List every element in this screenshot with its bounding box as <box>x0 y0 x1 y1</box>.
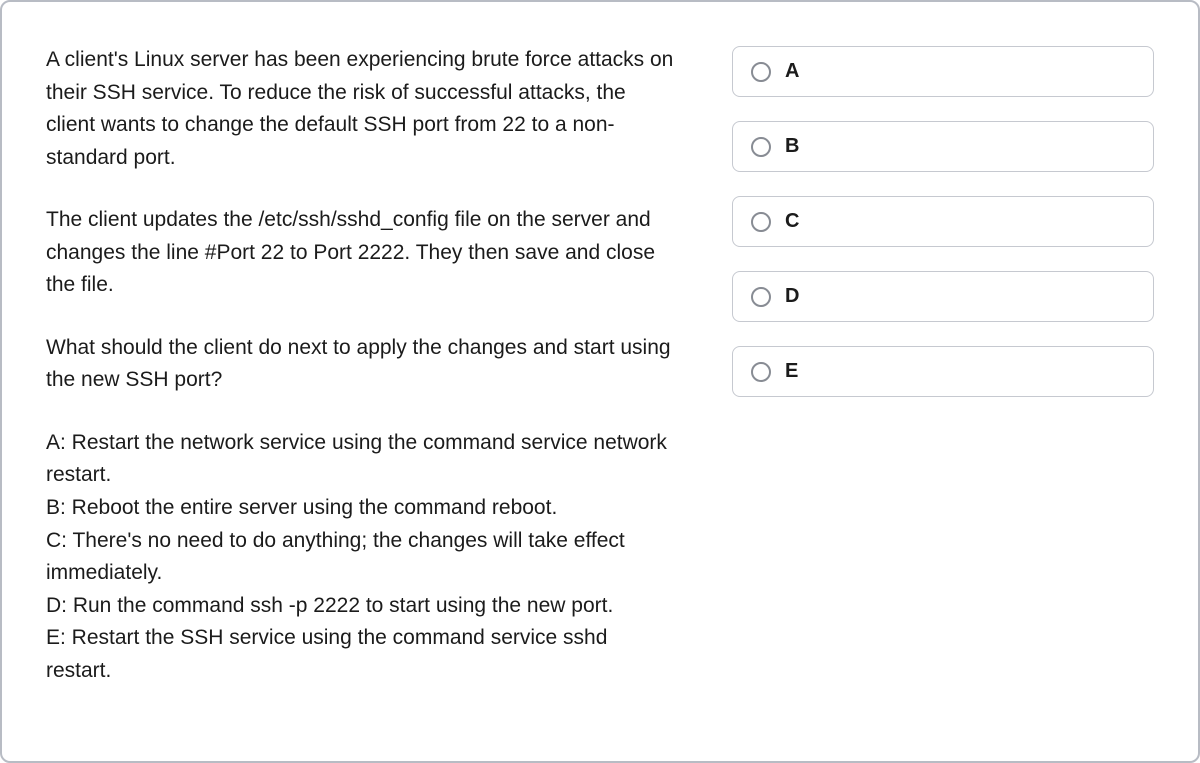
answer-text-b: B: Reboot the entire server using the co… <box>46 492 676 525</box>
option-a[interactable]: A <box>732 46 1154 97</box>
radio-icon <box>751 62 771 82</box>
answer-text-a: A: Restart the network service using the… <box>46 427 676 492</box>
option-label: E <box>785 360 798 383</box>
question-card: A client's Linux server has been experie… <box>0 0 1200 763</box>
option-e[interactable]: E <box>732 346 1154 397</box>
option-label: C <box>785 210 799 233</box>
question-paragraph-3: What should the client do next to apply … <box>46 332 676 397</box>
radio-icon <box>751 287 771 307</box>
answer-text-block: A: Restart the network service using the… <box>46 427 676 687</box>
options-column: A B C D E <box>732 44 1154 717</box>
question-paragraph-2: The client updates the /etc/ssh/sshd_con… <box>46 204 676 302</box>
option-b[interactable]: B <box>732 121 1154 172</box>
option-label: D <box>785 285 799 308</box>
radio-icon <box>751 137 771 157</box>
answer-text-e: E: Restart the SSH service using the com… <box>46 622 676 687</box>
question-column: A client's Linux server has been experie… <box>46 44 676 717</box>
question-paragraph-1: A client's Linux server has been experie… <box>46 44 676 174</box>
radio-icon <box>751 212 771 232</box>
radio-icon <box>751 362 771 382</box>
option-label: A <box>785 60 799 83</box>
option-c[interactable]: C <box>732 196 1154 247</box>
answer-text-d: D: Run the command ssh -p 2222 to start … <box>46 590 676 623</box>
option-label: B <box>785 135 799 158</box>
option-d[interactable]: D <box>732 271 1154 322</box>
answer-text-c: C: There's no need to do anything; the c… <box>46 525 676 590</box>
